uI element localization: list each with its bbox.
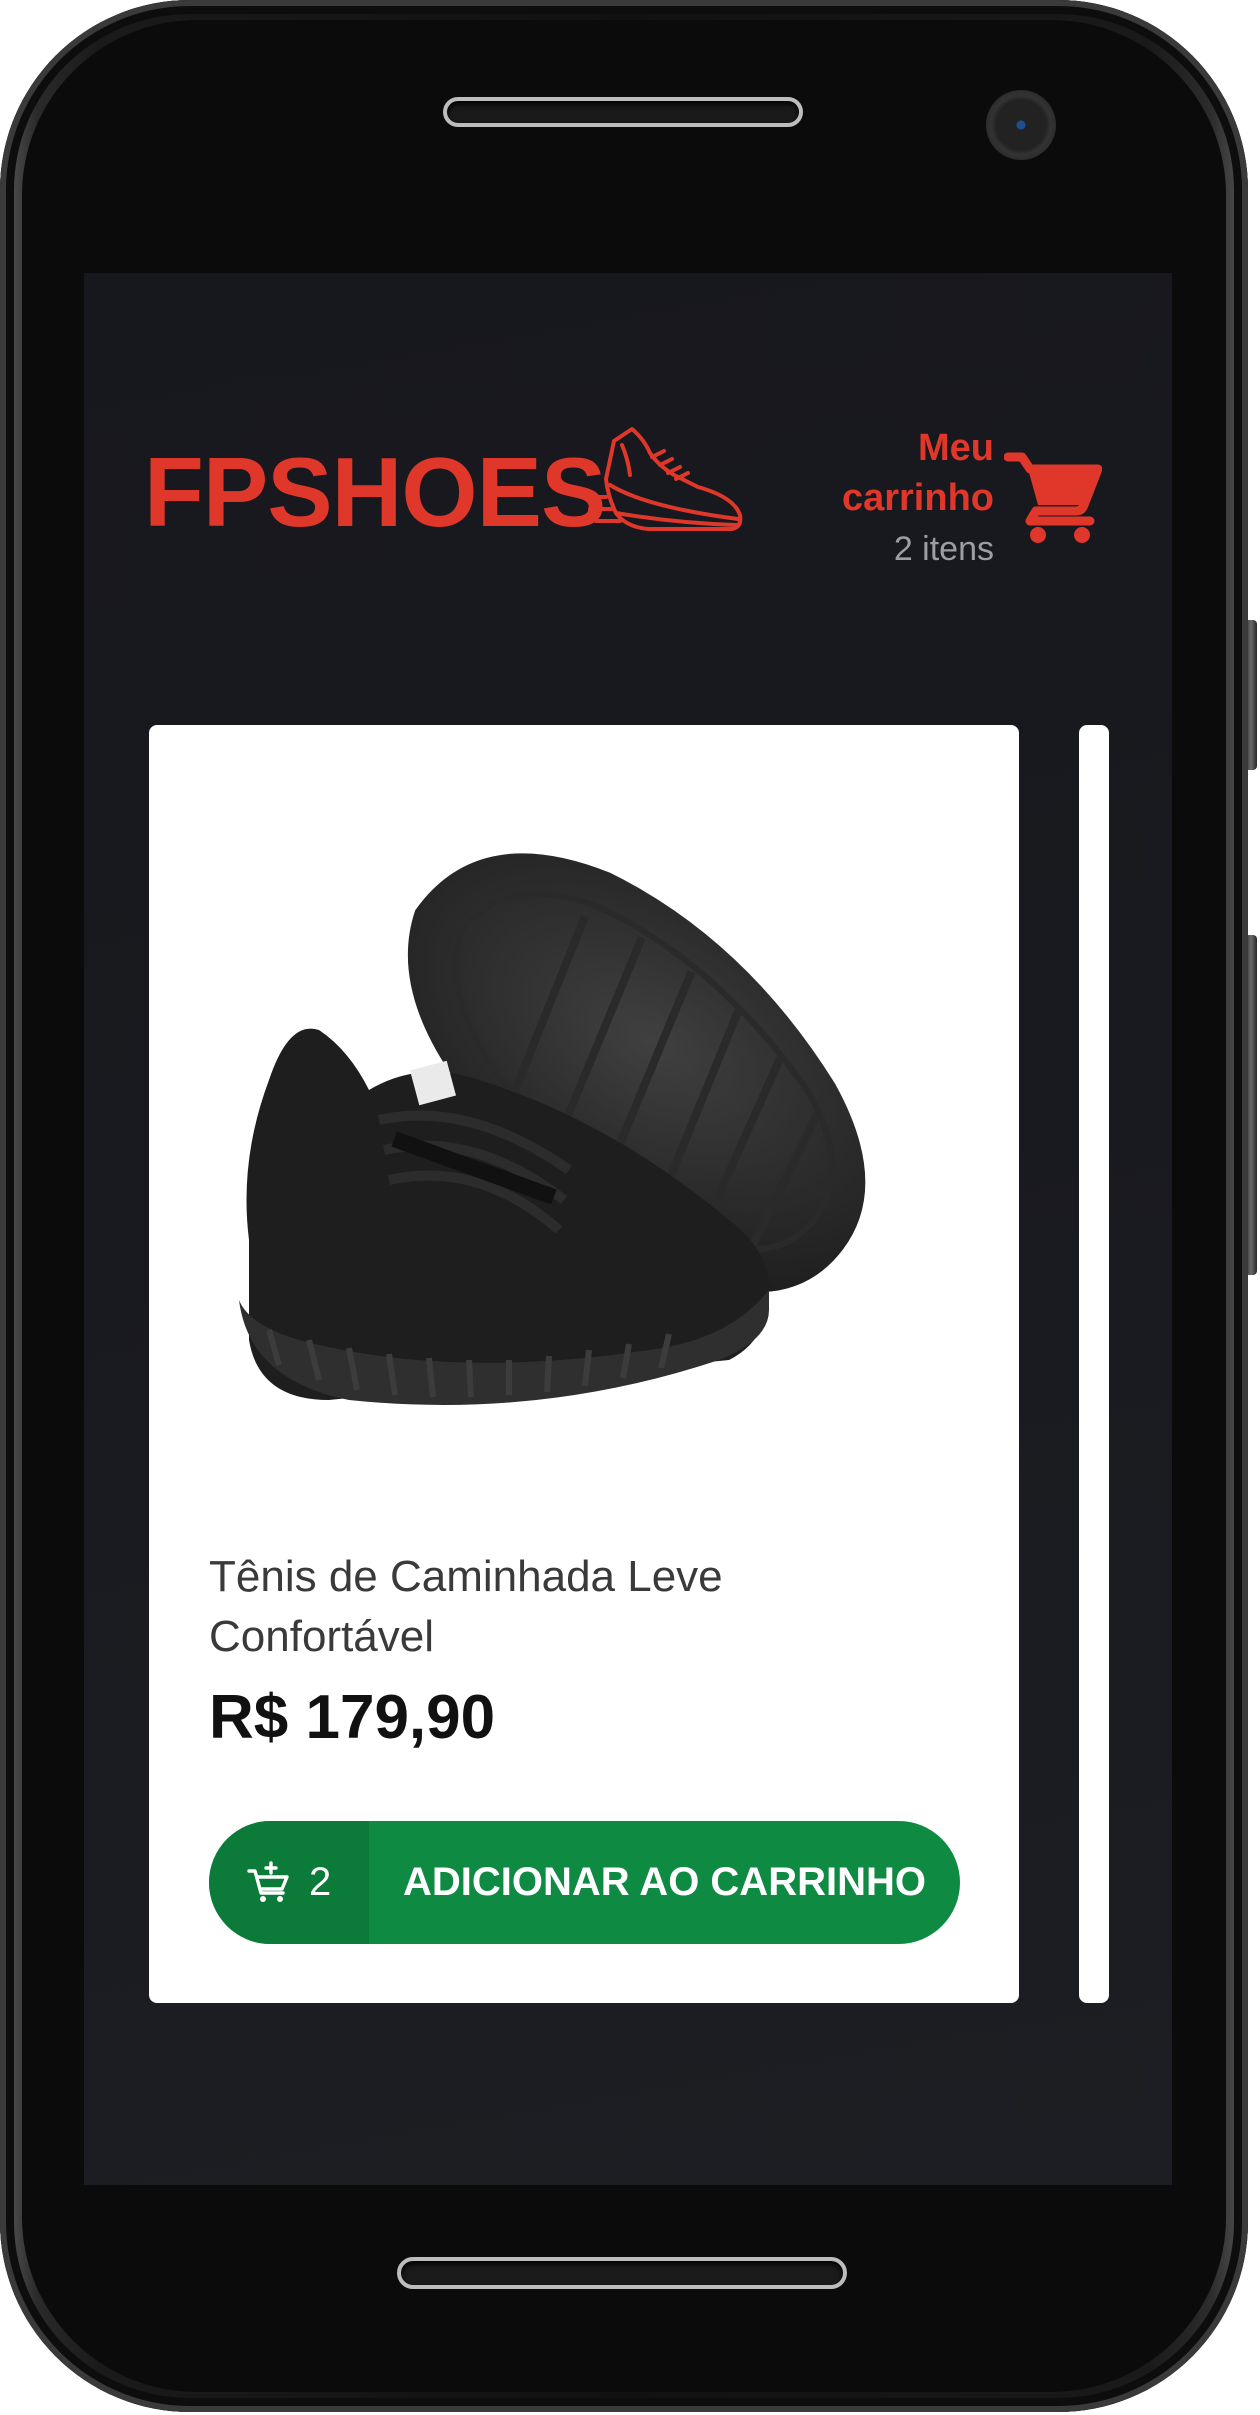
product-card: Tênis de Caminhada Leve Confortável R$ 1… xyxy=(149,725,1019,2003)
cart-summary: Meu carrinho 2 itens xyxy=(804,423,994,575)
product-title[interactable]: Tênis de Caminhada Leve Confortável xyxy=(209,1547,909,1667)
home-button[interactable] xyxy=(397,2257,847,2289)
product-price: R$ 179,90 xyxy=(209,1683,496,1752)
brand-logo[interactable]: FPSHOES xyxy=(144,443,606,541)
add-to-cart-label: ADICIONAR AO CARRINHO xyxy=(403,1860,926,1904)
device-frame: FPSHOES Meu carrinho 2 itens Tênis de Ca… xyxy=(0,0,1260,2415)
running-shoe-icon xyxy=(586,427,743,531)
cart-link[interactable]: Meu carrinho 2 itens xyxy=(824,423,1114,573)
app-header: FPSHOES Meu carrinho 2 itens xyxy=(144,423,1114,583)
speaker-grille xyxy=(443,97,803,127)
shopping-cart-icon xyxy=(1004,452,1102,543)
cart-count: 2 itens xyxy=(893,530,994,568)
product-image xyxy=(239,853,866,1405)
cart-plus-icon xyxy=(247,1860,289,1902)
add-to-cart-button[interactable]: 2 ADICIONAR AO CARRINHO xyxy=(209,1821,960,1944)
cart-quantity: 2 xyxy=(209,1821,369,1944)
quantity-value: 2 xyxy=(309,1860,332,1904)
app-screen: FPSHOES Meu carrinho 2 itens Tênis de Ca… xyxy=(84,273,1172,2185)
next-product-card[interactable] xyxy=(1079,725,1109,2003)
product-list[interactable]: Tênis de Caminhada Leve Confortável R$ 1… xyxy=(149,725,1172,2005)
front-camera xyxy=(986,90,1056,160)
cart-title: Meu carrinho xyxy=(841,427,994,519)
